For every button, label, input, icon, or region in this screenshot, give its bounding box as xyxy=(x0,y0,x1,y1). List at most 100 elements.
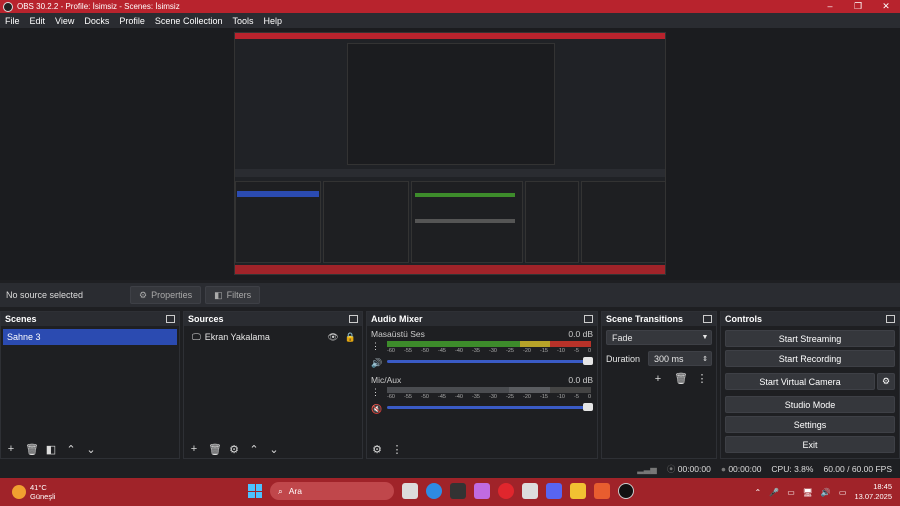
editor-icon[interactable] xyxy=(522,483,538,499)
menu-profile[interactable]: Profile xyxy=(114,16,150,26)
system-tray: ⌃ 🎤 ▭ 🖥 🔊 ▭ 18:45 13.07.2025 xyxy=(755,482,892,502)
duration-label: Duration xyxy=(606,353,641,364)
properties-button[interactable]: ⚙ Properties xyxy=(130,286,202,304)
lock-icon[interactable]: 🔒 xyxy=(345,332,356,343)
meter-tick: -10 xyxy=(557,394,565,400)
chevron-up-icon[interactable]: ⌃ xyxy=(65,443,77,456)
volume-slider[interactable] xyxy=(387,357,593,365)
folder-icon[interactable] xyxy=(570,483,586,499)
transition-select[interactable]: Fade ▼ xyxy=(606,330,712,345)
scene-item[interactable]: Sahne 3 xyxy=(3,329,177,345)
slider-knob[interactable] xyxy=(583,403,593,411)
menu-help[interactable]: Help xyxy=(258,16,287,26)
edge-icon[interactable] xyxy=(426,483,442,499)
display-icon[interactable]: ▭ xyxy=(787,488,795,497)
title-bar: OBS 30.2.2 - Profile: İsimsiz - Scenes: … xyxy=(0,0,900,13)
settings-button[interactable]: Settings xyxy=(725,416,895,433)
menu-file[interactable]: File xyxy=(0,16,25,26)
more-icon[interactable]: ⋮ xyxy=(696,372,708,385)
channel-db: 0.0 dB xyxy=(568,329,593,339)
source-label: Ekran Yakalama xyxy=(204,332,270,342)
exit-button[interactable]: Exit xyxy=(725,436,895,453)
volume-icon[interactable]: 🔊 xyxy=(821,488,831,497)
chevron-up-icon[interactable]: ⌃ xyxy=(248,443,260,456)
menu-edit[interactable]: Edit xyxy=(25,16,51,26)
undock-icon[interactable] xyxy=(584,315,593,323)
minimize-button[interactable]: – xyxy=(816,0,844,13)
monitor-icon: 🖵 xyxy=(192,331,201,342)
mic-muted-icon[interactable]: 🔇 xyxy=(371,404,382,415)
fps-readout: 60.00 / 60.00 FPS xyxy=(823,464,892,474)
gear-icon: ⚙ xyxy=(139,289,148,300)
source-toolbar: No source selected ⚙ Properties ◧ Filter… xyxy=(0,283,900,307)
add-icon[interactable]: + xyxy=(5,443,17,455)
spinner-icon[interactable]: ⇕ xyxy=(699,355,711,363)
more-icon[interactable]: ⋮ xyxy=(391,443,403,456)
gear-icon[interactable]: ⚙ xyxy=(228,443,240,456)
discord-icon[interactable] xyxy=(546,483,562,499)
source-item[interactable]: 🖵 Ekran Yakalama 👁 🔒 xyxy=(186,329,360,345)
trash-icon[interactable]: 🗑 xyxy=(208,443,222,456)
undock-icon[interactable] xyxy=(166,315,175,323)
studio-mode-button[interactable]: Studio Mode xyxy=(725,396,895,413)
chevron-down-icon[interactable]: ⌄ xyxy=(268,443,280,456)
virtual-camera-settings-button[interactable]: ⚙ xyxy=(877,373,895,390)
taskbar-search[interactable]: ⌕ Ara xyxy=(270,482,394,500)
close-button[interactable]: ✕ xyxy=(872,0,900,13)
eye-icon[interactable]: 👁 xyxy=(327,332,338,343)
chevron-down-icon[interactable]: ⌄ xyxy=(85,443,97,456)
start-streaming-button[interactable]: Start Streaming xyxy=(725,330,895,347)
speaker-icon[interactable]: 🔊 xyxy=(371,358,382,369)
clock[interactable]: 18:45 13.07.2025 xyxy=(854,482,892,502)
sun-icon xyxy=(12,485,26,499)
no-source-label: No source selected xyxy=(6,290,84,300)
undock-icon[interactable] xyxy=(886,315,895,323)
obs-taskbar-icon[interactable] xyxy=(618,483,634,499)
more-icon[interactable]: ⋮ xyxy=(371,387,382,398)
menu-bar: File Edit View Docks Profile Scene Colle… xyxy=(0,13,900,28)
undock-icon[interactable] xyxy=(349,315,358,323)
copilot-icon[interactable] xyxy=(474,483,490,499)
add-icon[interactable]: + xyxy=(652,373,664,385)
filter-icon[interactable]: ◧ xyxy=(45,443,57,456)
meter-tick: -40 xyxy=(455,394,463,400)
start-virtual-camera-button[interactable]: Start Virtual Camera xyxy=(725,373,875,390)
menu-tools[interactable]: Tools xyxy=(227,16,258,26)
filters-button[interactable]: ◧ Filters xyxy=(205,286,261,304)
start-recording-button[interactable]: Start Recording xyxy=(725,350,895,367)
meter-tick: -60 xyxy=(387,394,395,400)
gear-icon[interactable]: ⚙ xyxy=(371,443,383,456)
brave-icon[interactable] xyxy=(594,483,610,499)
volume-slider[interactable] xyxy=(387,403,593,411)
meter-tick: -20 xyxy=(523,348,531,354)
slider-knob[interactable] xyxy=(583,357,593,365)
network-icon[interactable]: 🖥 xyxy=(803,488,813,497)
menu-docks[interactable]: Docks xyxy=(79,16,114,26)
filters-label: Filters xyxy=(226,290,252,300)
menu-scene-collection[interactable]: Scene Collection xyxy=(150,16,228,26)
meter-tick: -5 xyxy=(574,394,579,400)
trash-icon[interactable]: 🗑 xyxy=(674,372,688,385)
maximize-button[interactable]: ❐ xyxy=(844,0,872,13)
windows-start-icon[interactable] xyxy=(248,484,262,498)
trash-icon[interactable]: 🗑 xyxy=(25,443,39,456)
file-explorer-icon[interactable] xyxy=(402,483,418,499)
gear-icon: ⚙ xyxy=(881,376,891,386)
meter-tick: -10 xyxy=(557,348,565,354)
undock-icon[interactable] xyxy=(703,315,712,323)
preview-canvas[interactable] xyxy=(0,28,900,280)
microphone-icon[interactable]: 🎤 xyxy=(769,488,779,497)
meter-tick: -45 xyxy=(438,348,446,354)
chevron-up-icon[interactable]: ⌃ xyxy=(755,488,762,497)
menu-view[interactable]: View xyxy=(50,16,79,26)
meter-tick: -35 xyxy=(472,394,480,400)
meter-tick: -5 xyxy=(574,348,579,354)
more-icon[interactable]: ⋮ xyxy=(371,341,382,352)
opera-icon[interactable] xyxy=(498,483,514,499)
duration-input[interactable]: 300 ms ⇕ xyxy=(648,351,712,366)
battery-icon[interactable]: ▭ xyxy=(839,488,847,497)
app-icon[interactable] xyxy=(450,483,466,499)
properties-label: Properties xyxy=(151,290,193,300)
weather-widget[interactable]: 41°C Güneşli xyxy=(12,483,55,501)
add-icon[interactable]: + xyxy=(188,443,200,455)
